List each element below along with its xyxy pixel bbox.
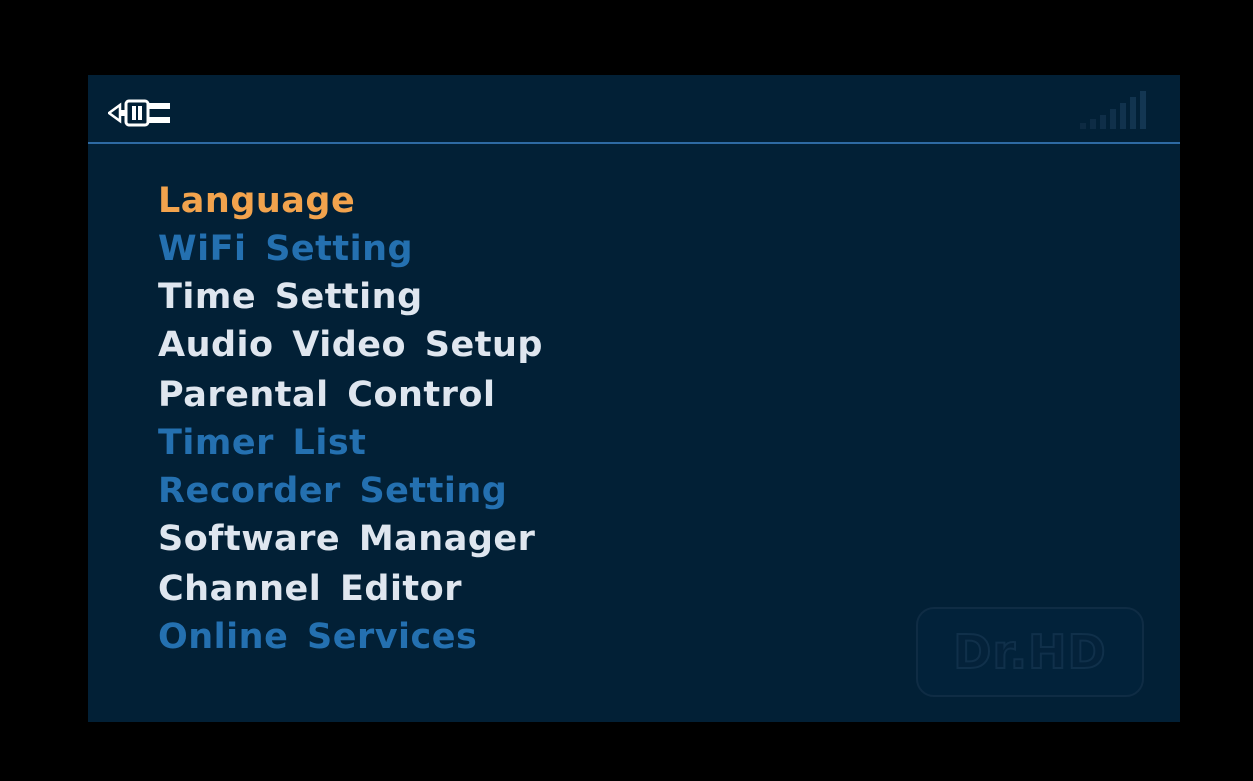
menu-item-online-services[interactable]: Online Services [158,617,477,657]
settings-screen: Language WiFi Setting Time Setting Audio Vi… [88,75,1180,722]
menu-item-time-setting[interactable]: Time Setting [158,277,423,317]
brand-logo-text: Dr.HD [952,624,1107,680]
signal-strength-icon [1080,91,1146,129]
plug-icon [108,99,170,127]
header-divider [88,142,1180,144]
header-bar [88,75,1180,143]
menu-item-timer-list[interactable]: Timer List [158,423,366,463]
menu-item-channel-editor[interactable]: Channel Editor [158,569,462,609]
brand-logo: Dr.HD [916,607,1144,697]
menu-item-language[interactable]: Language [158,181,355,221]
menu-item-audio-video-setup[interactable]: Audio Video Setup [158,325,543,365]
menu-item-recorder-setting[interactable]: Recorder Setting [158,471,507,511]
menu-item-wifi-setting[interactable]: WiFi Setting [158,229,413,269]
menu-item-software-manager[interactable]: Software Manager [158,519,535,559]
menu-item-parental-control[interactable]: Parental Control [158,375,495,415]
